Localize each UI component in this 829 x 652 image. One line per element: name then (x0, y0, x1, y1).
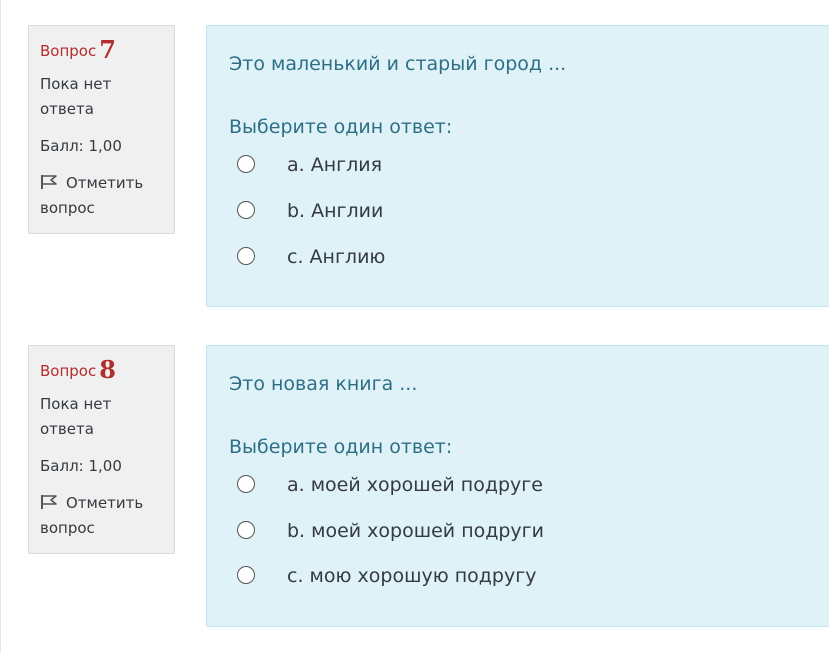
flag-question-button[interactable]: Отметить вопрос (40, 491, 166, 541)
answer-option-b[interactable]: b. моей хорошей подруги (207, 514, 807, 548)
radio-button[interactable] (237, 475, 255, 493)
question-number-value: 8 (99, 355, 116, 384)
question-grade: Балл: 1,00 (40, 457, 122, 475)
answer-option-b[interactable]: b. Англии (207, 194, 807, 228)
question-grade: Балл: 1,00 (40, 137, 122, 155)
answer-option-c[interactable]: c. мою хорошую подругу (207, 559, 807, 593)
quiz-page: Вопрос 7 Пока нет ответа Балл: 1,00 Отмет… (0, 0, 829, 652)
flag-icon (41, 495, 57, 509)
question-text: Это маленький и старый город ... (229, 53, 567, 75)
answer-option-label[interactable]: b. моей хорошей подруги (287, 514, 544, 548)
question-content: Это новая книга ... Выберите один ответ:… (206, 345, 829, 627)
question-number: Вопрос 7 (40, 36, 166, 64)
flag-question-button[interactable]: Отметить вопрос (40, 171, 166, 221)
radio-button[interactable] (237, 247, 255, 265)
answer-prompt: Выберите один ответ: (229, 116, 453, 138)
radio-button[interactable] (237, 201, 255, 219)
flag-icon (41, 175, 57, 189)
question-state: Пока нет ответа (40, 75, 112, 118)
question-number-value: 7 (99, 35, 116, 64)
question-content: Это маленький и старый город ... Выберит… (206, 25, 829, 307)
radio-button[interactable] (237, 521, 255, 539)
question-info: Вопрос 8 Пока нет ответа Балл: 1,00 Отмет… (28, 345, 175, 554)
radio-button[interactable] (237, 155, 255, 173)
question-info: Вопрос 7 Пока нет ответа Балл: 1,00 Отмет… (28, 25, 175, 234)
answer-option-a[interactable]: a. моей хорошей подруге (207, 468, 807, 502)
answer-option-a[interactable]: a. Англия (207, 148, 807, 182)
answer-option-c[interactable]: c. Англию (207, 240, 807, 274)
answer-option-label[interactable]: a. моей хорошей подруге (287, 468, 543, 502)
answer-option-label[interactable]: c. мою хорошую подругу (287, 559, 536, 593)
question-number: Вопрос 8 (40, 356, 166, 384)
question-label: Вопрос (40, 42, 97, 60)
radio-button[interactable] (237, 566, 255, 584)
answer-option-label[interactable]: a. Англия (287, 148, 382, 182)
answer-prompt: Выберите один ответ: (229, 436, 453, 458)
answer-option-label[interactable]: b. Англии (287, 194, 383, 228)
answer-option-label[interactable]: c. Англию (287, 240, 385, 274)
question-label: Вопрос (40, 362, 97, 380)
question-state: Пока нет ответа (40, 395, 112, 438)
question-text: Это новая книга ... (229, 373, 418, 395)
